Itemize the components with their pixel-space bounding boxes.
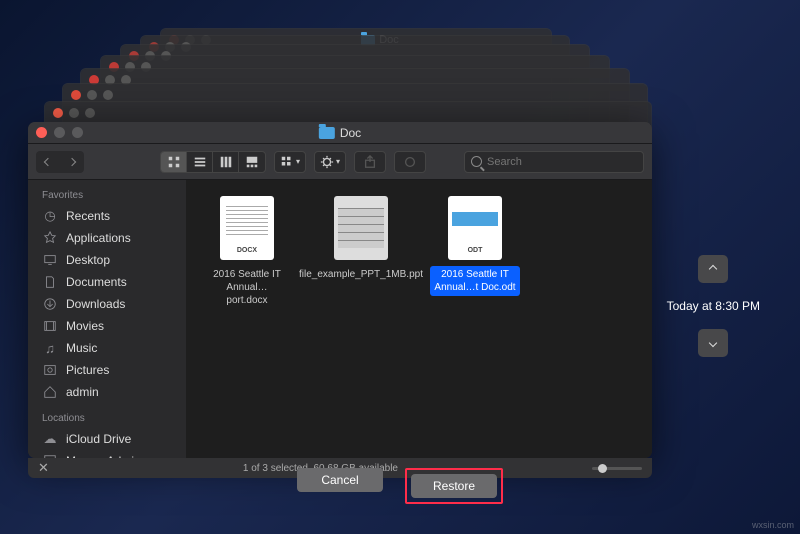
sidebar-item-label: admin: [66, 385, 99, 399]
forward-button[interactable]: [60, 151, 84, 173]
sidebar-item-icloud[interactable]: ☁ iCloud Drive: [28, 428, 186, 450]
restore-highlight: Restore: [405, 468, 503, 504]
sidebar-locations-header: Locations: [28, 409, 186, 428]
downloads-icon: [42, 297, 58, 311]
icon-size-slider[interactable]: [592, 467, 642, 470]
column-view-button[interactable]: [213, 152, 239, 172]
file-thumbnail-ppt: [334, 196, 388, 260]
icon-view-button[interactable]: [161, 152, 187, 172]
file-thumbnail-odt: [448, 196, 502, 260]
file-label: 2016 Seattle IT Annual…t Doc.odt: [430, 266, 520, 296]
sidebar-favorites-header: Favorites: [28, 186, 186, 205]
sidebar-item-pictures[interactable]: Pictures: [28, 359, 186, 381]
finder-window: Doc ▾ ▾ Favorites ◷ Recents Applications: [28, 122, 652, 458]
minimize-window-button: [54, 127, 65, 138]
file-item[interactable]: file_example_PPT_1MB.ppt: [316, 196, 406, 283]
sidebar-item-label: Movies: [66, 319, 104, 333]
home-icon: [42, 385, 58, 399]
nav-group: [36, 151, 84, 173]
search-box[interactable]: [464, 151, 644, 173]
sidebar-item-label: iCloud Drive: [66, 432, 131, 446]
gallery-view-button[interactable]: [239, 152, 265, 172]
applications-icon: [42, 231, 58, 245]
back-button[interactable]: [36, 151, 60, 173]
zoom-window-button: [72, 127, 83, 138]
music-icon: ♫: [42, 341, 58, 356]
sidebar-item-label: Documents: [66, 275, 127, 289]
timeline-down-button[interactable]: [698, 329, 728, 357]
sidebar-item-label: Desktop: [66, 253, 110, 267]
action-buttons: Cancel Restore: [297, 468, 503, 504]
sidebar-item-recents[interactable]: ◷ Recents: [28, 205, 186, 227]
search-input[interactable]: [487, 156, 637, 168]
sidebar-item-label: Recents: [66, 209, 110, 223]
file-item-selected[interactable]: 2016 Seattle IT Annual…t Doc.odt: [430, 196, 520, 296]
file-label: 2016 Seattle IT Annual…port.docx: [202, 266, 292, 309]
documents-icon: [42, 275, 58, 289]
titlebar[interactable]: Doc: [28, 122, 652, 144]
sidebar-item-home[interactable]: admin: [28, 381, 186, 403]
sidebar-item-label: Downloads: [66, 297, 125, 311]
share-button: [354, 151, 386, 173]
file-item[interactable]: 2016 Seattle IT Annual…port.docx: [202, 196, 292, 309]
watermark: wxsin.com: [752, 520, 794, 530]
close-icon[interactable]: ✕: [38, 460, 49, 476]
close-window-button[interactable]: [36, 127, 47, 138]
movies-icon: [42, 319, 58, 333]
search-icon: [471, 156, 482, 167]
icloud-icon: ☁: [42, 431, 58, 447]
toolbar: ▾ ▾: [28, 144, 652, 180]
sidebar-item-applications[interactable]: Applications: [28, 227, 186, 249]
sidebar: Favorites ◷Recents Applications Desktop …: [28, 180, 186, 458]
pictures-icon: [42, 363, 58, 377]
folder-icon: [319, 127, 335, 139]
timeline-label: Today at 8:30 PM: [667, 299, 760, 313]
sidebar-item-documents[interactable]: Documents: [28, 271, 186, 293]
arrange-button[interactable]: ▾: [274, 151, 306, 173]
sidebar-item-label: Music: [66, 341, 97, 355]
file-thumbnail-docx: [220, 196, 274, 260]
list-view-button[interactable]: [187, 152, 213, 172]
sidebar-item-mac[interactable]: Mac — Admin: [28, 450, 186, 458]
window-title: Doc: [340, 126, 361, 140]
sidebar-item-music[interactable]: ♫ Music: [28, 337, 186, 359]
clock-icon: ◷: [42, 208, 58, 224]
file-view[interactable]: 2016 Seattle IT Annual…port.docx file_ex…: [186, 180, 652, 458]
sidebar-item-label: Applications: [66, 231, 131, 245]
cancel-button[interactable]: Cancel: [297, 468, 383, 492]
timeline-up-button[interactable]: [698, 255, 728, 283]
sidebar-item-desktop[interactable]: Desktop: [28, 249, 186, 271]
sidebar-item-downloads[interactable]: Downloads: [28, 293, 186, 315]
action-button[interactable]: ▾: [314, 151, 346, 173]
file-label: file_example_PPT_1MB.ppt: [295, 266, 427, 283]
view-switcher: [160, 151, 266, 173]
desktop-icon: [42, 253, 58, 267]
sidebar-item-label: Pictures: [66, 363, 109, 377]
timeline-nav: Today at 8:30 PM: [667, 255, 760, 357]
tags-button: [394, 151, 426, 173]
sidebar-item-movies[interactable]: Movies: [28, 315, 186, 337]
restore-button[interactable]: Restore: [411, 474, 497, 498]
